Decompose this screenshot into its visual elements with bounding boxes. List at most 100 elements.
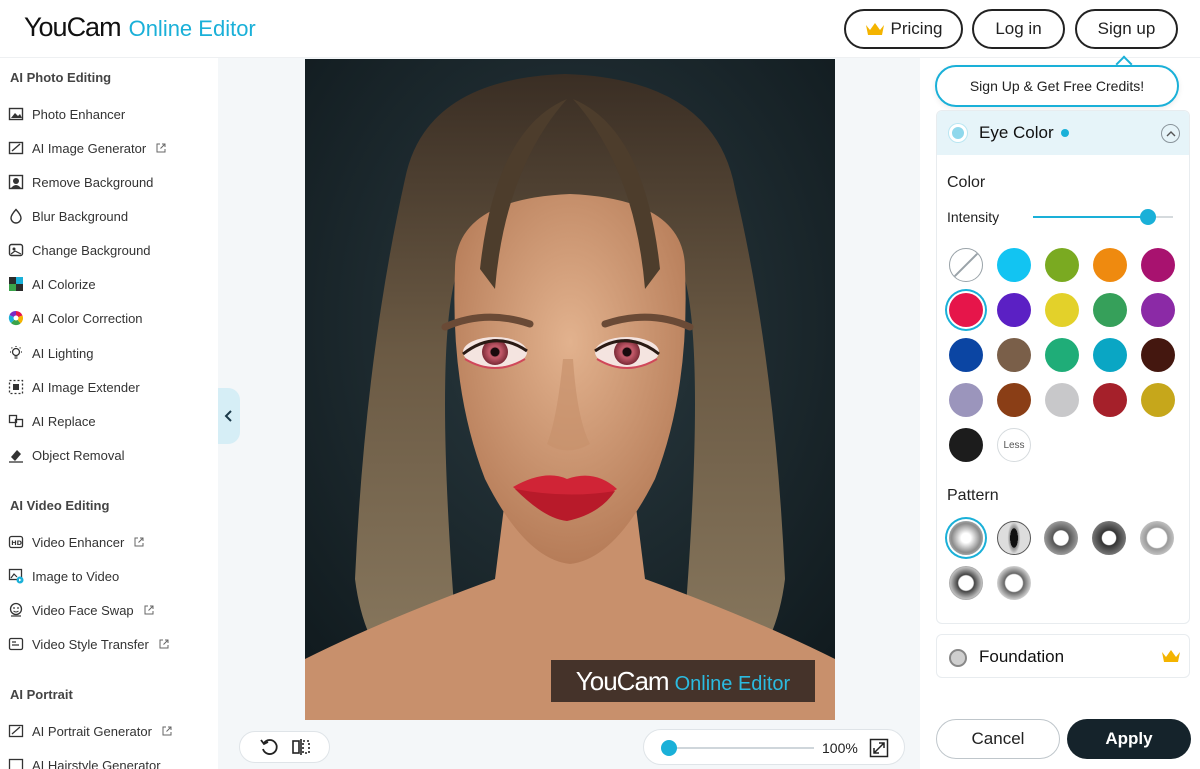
- color-swatch[interactable]: [1093, 293, 1127, 327]
- intensity-slider-handle[interactable]: [1139, 209, 1156, 225]
- zoom-value: 100%: [822, 740, 858, 756]
- color-swatch[interactable]: [1141, 338, 1175, 372]
- section-title-portrait: AI Portrait: [10, 687, 73, 702]
- reset-icon[interactable]: [259, 737, 279, 757]
- color-swatch[interactable]: [997, 248, 1031, 282]
- color-swatch[interactable]: [949, 293, 983, 327]
- color-label: Color: [947, 174, 986, 191]
- collapse-chevron-icon[interactable]: [1161, 124, 1180, 143]
- sidebar-item-label: AI Lighting: [32, 345, 94, 361]
- intensity-label: Intensity: [947, 209, 1000, 225]
- sidebar-item-photo-enhancer[interactable]: Photo Enhancer: [8, 103, 125, 125]
- external-link-icon: [159, 639, 169, 649]
- sidebar-item-video-style-transfer[interactable]: Video Style Transfer: [8, 633, 169, 655]
- color-swatch[interactable]: [1141, 383, 1175, 417]
- color-swatch[interactable]: [1045, 248, 1079, 282]
- apply-button[interactable]: Apply: [1067, 719, 1191, 759]
- sidebar-item-label: Video Enhancer: [32, 534, 125, 550]
- face-swap-icon: [8, 602, 24, 618]
- color-swatch[interactable]: [949, 428, 983, 462]
- portrait-generator-icon: [8, 723, 24, 739]
- brand-logo[interactable]: YouCam Online Editor: [24, 12, 256, 43]
- cancel-button[interactable]: Cancel: [936, 719, 1060, 759]
- foundation-title: Foundation: [979, 647, 1065, 666]
- logo-main-text: YouCam: [24, 12, 122, 42]
- color-swatch[interactable]: [997, 293, 1031, 327]
- image-generator-icon: [8, 140, 24, 156]
- sidebar-item-label: AI Colorize: [32, 276, 96, 292]
- sidebar-item-label: AI Image Generator: [32, 140, 147, 156]
- color-swatch[interactable]: [949, 338, 983, 372]
- canvas-tools: [239, 731, 330, 763]
- sidebar-item-object-removal[interactable]: Object Removal: [8, 444, 124, 466]
- sidebar-item-image-to-video[interactable]: Image to Video: [8, 565, 119, 587]
- signup-button[interactable]: Sign up: [1075, 9, 1178, 49]
- sidebar-item-ai-color-correction[interactable]: AI Color Correction: [8, 307, 143, 329]
- sidebar-item-ai-image-generator[interactable]: AI Image Generator: [8, 137, 166, 159]
- cancel-label: Cancel: [971, 729, 1025, 748]
- portrait-illustration: [305, 59, 835, 720]
- sidebar-item-remove-background[interactable]: Remove Background: [8, 171, 153, 193]
- pattern-option[interactable]: [1140, 521, 1174, 555]
- less-colors-button[interactable]: Less: [997, 428, 1031, 462]
- zoom-slider-handle[interactable]: [661, 740, 677, 756]
- blur-drop-icon: [8, 208, 24, 224]
- color-swatch[interactable]: [1093, 338, 1127, 372]
- light-bulb-icon: [8, 345, 24, 361]
- sidebar-item-label: Image to Video: [32, 568, 120, 584]
- pricing-label: Pricing: [890, 19, 943, 38]
- zoom-slider-track[interactable]: [668, 747, 814, 749]
- svg-text:HD: HD: [11, 539, 22, 547]
- pattern-option[interactable]: [997, 521, 1031, 555]
- sidebar-item-ai-image-extender[interactable]: AI Image Extender: [8, 376, 140, 398]
- pattern-option[interactable]: [1044, 521, 1078, 555]
- pattern-option[interactable]: [949, 521, 983, 555]
- eye-color-header[interactable]: Eye Color: [937, 111, 1189, 155]
- pattern-option[interactable]: [997, 566, 1031, 600]
- color-swatch[interactable]: [1093, 248, 1127, 282]
- pattern-option[interactable]: [1092, 521, 1126, 555]
- tools-sidebar: AI Photo Editing Photo Enhancer AI Image…: [0, 58, 218, 769]
- sidebar-item-ai-colorize[interactable]: AI Colorize: [8, 273, 96, 295]
- sidebar-item-video-face-swap[interactable]: Video Face Swap: [8, 599, 154, 621]
- sidebar-item-label: Photo Enhancer: [32, 106, 126, 122]
- image-extender-icon: [8, 379, 24, 395]
- eye-color-icon: [949, 124, 967, 142]
- sidebar-item-video-enhancer[interactable]: HD Video Enhancer: [8, 531, 144, 553]
- sidebar-item-change-background[interactable]: Change Background: [8, 239, 151, 261]
- top-header: YouCam Online Editor Pricing Log in Sign…: [0, 0, 1200, 58]
- sidebar-item-ai-lighting[interactable]: AI Lighting: [8, 342, 93, 364]
- color-swatch[interactable]: [1045, 293, 1079, 327]
- sidebar-item-ai-replace[interactable]: AI Replace: [8, 410, 96, 432]
- colorize-icon: [8, 276, 24, 292]
- logo-sub-text: Online Editor: [128, 16, 256, 41]
- color-swatch[interactable]: [997, 338, 1031, 372]
- color-swatch[interactable]: [997, 383, 1031, 417]
- compare-icon[interactable]: [291, 737, 311, 757]
- color-swatch[interactable]: [1141, 248, 1175, 282]
- login-button[interactable]: Log in: [972, 9, 1065, 49]
- foundation-card[interactable]: Foundation: [936, 634, 1190, 678]
- sidebar-item-label: AI Portrait Generator: [32, 723, 152, 739]
- signup-credits-tooltip[interactable]: Sign Up & Get Free Credits!: [935, 65, 1179, 107]
- sidebar-item-label: AI Replace: [32, 413, 96, 429]
- image-to-video-icon: [8, 568, 24, 584]
- color-swatch[interactable]: [1045, 338, 1079, 372]
- no-color-swatch[interactable]: [949, 248, 983, 282]
- sidebar-item-blur-background[interactable]: Blur Background: [8, 205, 128, 227]
- eye-color-title: Eye Color: [979, 123, 1054, 142]
- pricing-button[interactable]: Pricing: [844, 9, 963, 49]
- sidebar-item-label: Remove Background: [32, 174, 154, 190]
- section-title-video-editing: AI Video Editing: [10, 498, 110, 513]
- sidebar-item-ai-portrait-generator[interactable]: AI Portrait Generator: [8, 720, 172, 742]
- collapse-sidebar-button[interactable]: [218, 388, 240, 444]
- color-swatch[interactable]: [1093, 383, 1127, 417]
- color-swatch[interactable]: [1141, 293, 1175, 327]
- color-swatch[interactable]: [1045, 383, 1079, 417]
- fullscreen-icon[interactable]: [869, 738, 889, 758]
- pattern-option[interactable]: [949, 566, 983, 600]
- color-swatch[interactable]: [949, 383, 983, 417]
- editor-watermark: YouCam Online Editor: [551, 660, 815, 702]
- external-link-icon: [144, 605, 154, 615]
- sidebar-item-ai-hairstyle-generator[interactable]: AI Hairstyle Generator: [8, 754, 161, 769]
